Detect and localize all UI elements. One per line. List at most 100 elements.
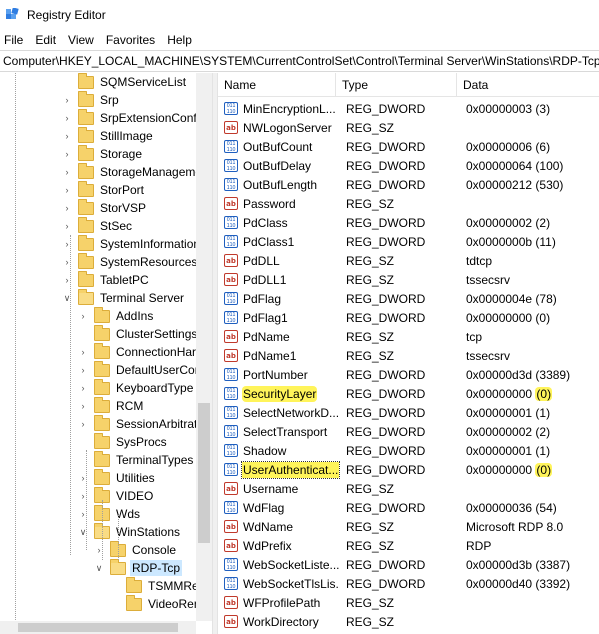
- menu-edit[interactable]: Edit: [29, 30, 62, 50]
- menu-help[interactable]: Help: [161, 30, 198, 50]
- folder-icon: [78, 288, 94, 305]
- value-row[interactable]: ab WorkDirectory REG_SZ: [218, 612, 599, 631]
- tree-item[interactable]: › StorVSP: [62, 198, 148, 217]
- tree-item[interactable]: › StorPort: [62, 180, 146, 199]
- chevron-right-icon[interactable]: ›: [62, 95, 72, 105]
- value-data: Microsoft RDP 8.0: [466, 520, 564, 534]
- tree-item[interactable]: ›ClusterSettings: [78, 324, 199, 343]
- tree-item[interactable]: ∨ Terminal Server: [62, 288, 186, 307]
- value-row[interactable]: ab NWLogonServer REG_SZ: [218, 118, 599, 137]
- chevron-right-icon[interactable]: ›: [78, 347, 88, 357]
- tree-item[interactable]: ›SQMServiceList: [62, 73, 188, 91]
- folder-icon: [78, 216, 94, 233]
- value-row[interactable]: ab PdName1 REG_SZ tssecsrv: [218, 346, 599, 365]
- value-type: REG_SZ: [346, 520, 395, 534]
- tree-scroll-thumb[interactable]: [198, 403, 210, 543]
- tree-item[interactable]: › TabletPC: [62, 270, 151, 289]
- tree-item[interactable]: › SystemResources: [62, 252, 199, 271]
- value-row[interactable]: 011 110 SelectNetworkD... REG_DWORD 0x000000…: [218, 403, 599, 422]
- tree-item[interactable]: › StSec: [62, 216, 134, 235]
- column-header-name[interactable]: Name: [218, 73, 336, 97]
- value-data: tssecsrv: [466, 349, 511, 363]
- value-row[interactable]: ab Password REG_SZ: [218, 194, 599, 213]
- tree-item-label: Storage: [100, 147, 143, 161]
- value-row[interactable]: 011 110 MinEncryptionL... REG_DWORD 0x000000…: [218, 99, 599, 118]
- value-row[interactable]: 011 110 Shadow REG_DWORD 0x00000001 (1): [218, 441, 599, 460]
- chevron-right-icon[interactable]: ›: [62, 221, 72, 231]
- tree-vertical-scrollbar[interactable]: [196, 73, 212, 621]
- value-row[interactable]: ab PdDLL1 REG_SZ tssecsrv: [218, 270, 599, 289]
- menu-view[interactable]: View: [62, 30, 100, 50]
- tree-item[interactable]: › SessionArbitrati: [78, 414, 202, 433]
- value-row[interactable]: 011 110 PdFlag REG_DWORD 0x0000004e (78): [218, 289, 599, 308]
- tree-item[interactable]: ∨ RDP-Tcp: [94, 558, 183, 577]
- value-type: REG_DWORD: [346, 406, 426, 420]
- value-row[interactable]: ab WdName REG_SZ Microsoft RDP 8.0: [218, 517, 599, 536]
- chevron-right-icon[interactable]: ›: [62, 185, 72, 195]
- value-row[interactable]: ab WFProfilePath REG_SZ: [218, 593, 599, 612]
- value-row[interactable]: 011 110 WebSocketListe... REG_DWORD 0x00000d…: [218, 555, 599, 574]
- tree-item[interactable]: ›TSMMRe: [110, 576, 201, 595]
- tree-item[interactable]: ›TerminalTypes: [78, 450, 195, 469]
- value-row[interactable]: ab Username REG_SZ: [218, 479, 599, 498]
- chevron-right-icon[interactable]: ›: [62, 167, 72, 177]
- tree-item[interactable]: › KeyboardType M: [78, 378, 209, 397]
- value-type: REG_DWORD: [346, 102, 426, 116]
- value-row[interactable]: 011 110 PortNumber REG_DWORD 0x00000d3d (338…: [218, 365, 599, 384]
- binary-value-icon: 011 110: [224, 159, 238, 172]
- chevron-right-icon[interactable]: ›: [78, 383, 88, 393]
- value-row[interactable]: 011 110 WdFlag REG_DWORD 0x00000036 (54): [218, 498, 599, 517]
- tree-item[interactable]: › Wds: [78, 504, 142, 523]
- value-name: Password: [243, 197, 296, 211]
- chevron-right-icon[interactable]: ›: [78, 401, 88, 411]
- tree-item[interactable]: › AddIns: [78, 306, 155, 325]
- tree-item[interactable]: › Storage: [62, 144, 144, 163]
- value-row[interactable]: 011 110 SecurityLayer REG_DWORD 0x00000000 (…: [218, 384, 599, 403]
- value-row[interactable]: 011 110 WebSocketTlsLis... REG_DWORD 0x00000…: [218, 574, 599, 593]
- value-row[interactable]: 011 110 PdClass REG_DWORD 0x00000002 (2): [218, 213, 599, 232]
- tree-item[interactable]: ›VideoRen: [110, 594, 203, 613]
- value-row[interactable]: 011 110 SelectTransport REG_DWORD 0x00000002…: [218, 422, 599, 441]
- menu-favorites[interactable]: Favorites: [100, 30, 161, 50]
- value-row[interactable]: 011 110 PdClass1 REG_DWORD 0x0000000b (11): [218, 232, 599, 251]
- chevron-right-icon[interactable]: ›: [78, 419, 88, 429]
- tree-item[interactable]: › StillImage: [62, 126, 155, 145]
- tree-item[interactable]: › SystemInformation: [62, 234, 202, 253]
- tree-horizontal-scrollbar[interactable]: [0, 621, 196, 634]
- value-row[interactable]: 011 110 OutBufDelay REG_DWORD 0x00000064 (10…: [218, 156, 599, 175]
- chevron-right-icon[interactable]: ›: [62, 113, 72, 123]
- chevron-right-icon[interactable]: ›: [62, 203, 72, 213]
- tree-hscroll-thumb[interactable]: [18, 623, 178, 632]
- value-type: REG_SZ: [346, 596, 395, 610]
- chevron-right-icon[interactable]: ›: [78, 311, 88, 321]
- chevron-right-icon[interactable]: ›: [62, 131, 72, 141]
- value-row[interactable]: ab PdDLL REG_SZ tdtcp: [218, 251, 599, 270]
- value-row[interactable]: 011 110 OutBufCount REG_DWORD 0x00000006 (6): [218, 137, 599, 156]
- tree-item[interactable]: › Utilities: [78, 468, 157, 487]
- tree-item[interactable]: ›SysProcs: [78, 432, 169, 451]
- value-row[interactable]: ab WdPrefix REG_SZ RDP: [218, 536, 599, 555]
- value-row[interactable]: 011 110 UserAuthenticat... REG_DWORD 0x00000…: [218, 460, 599, 479]
- chevron-down-icon[interactable]: ∨: [94, 563, 104, 574]
- tree-item[interactable]: › VIDEO: [78, 486, 155, 505]
- menu-file[interactable]: File: [0, 30, 29, 50]
- value-row[interactable]: 011 110 PdFlag1 REG_DWORD 0x00000000 (0): [218, 308, 599, 327]
- chevron-right-icon[interactable]: ›: [78, 365, 88, 375]
- tree-item[interactable]: › ConnectionHar: [78, 342, 198, 361]
- tree-item[interactable]: › Srp: [62, 90, 121, 109]
- tree-item[interactable]: › Console: [94, 540, 178, 559]
- tree-item[interactable]: ∨ WinStations: [78, 522, 182, 541]
- tree-item[interactable]: › StorageManageme: [62, 162, 204, 181]
- tree-item[interactable]: › RCM: [78, 396, 145, 415]
- column-header-type[interactable]: Type: [336, 73, 457, 97]
- value-row[interactable]: 011 110 OutBufLength REG_DWORD 0x00000212 (5…: [218, 175, 599, 194]
- tree-item[interactable]: › DefaultUserCon: [78, 360, 203, 379]
- column-header-data[interactable]: Data: [457, 73, 599, 97]
- value-name: PortNumber: [243, 368, 308, 382]
- address-bar[interactable]: Computer\HKEY_LOCAL_MACHINE\SYSTEM\Curre…: [0, 50, 599, 72]
- value-data-hex: 0x00000000: [466, 463, 536, 477]
- tree-item[interactable]: › SrpExtensionConfi: [62, 108, 201, 127]
- chevron-right-icon[interactable]: ›: [62, 149, 72, 159]
- value-row[interactable]: ab PdName REG_SZ tcp: [218, 327, 599, 346]
- value-name: WdName: [243, 520, 294, 534]
